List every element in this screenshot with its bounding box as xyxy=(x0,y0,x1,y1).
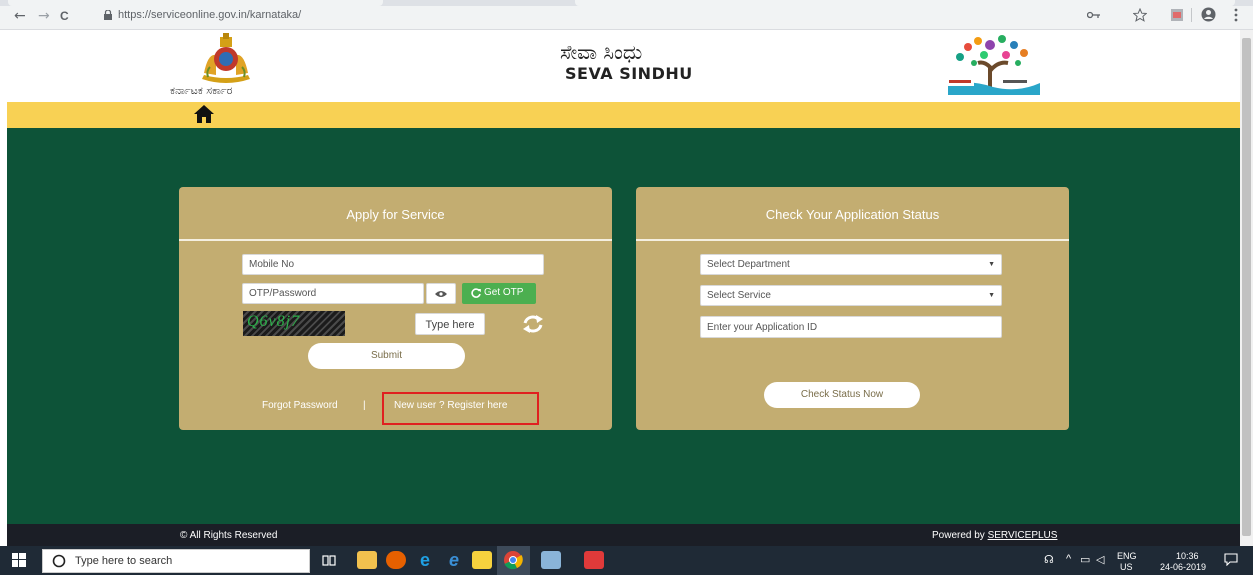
menu-icon[interactable] xyxy=(1234,8,1238,22)
brand-title-english: SEVA SINDHU xyxy=(565,64,693,83)
taskbar-search-text[interactable]: Type here to search xyxy=(75,555,172,567)
lock-icon xyxy=(104,10,112,20)
mobile-number-input[interactable]: Mobile No xyxy=(242,254,544,275)
reload-button[interactable]: C xyxy=(60,9,69,23)
reload-captcha-icon[interactable] xyxy=(522,314,544,334)
karnataka-emblem-icon xyxy=(202,33,250,83)
network-icon[interactable]: ▭ xyxy=(1080,553,1090,566)
url-text[interactable]: https://serviceonline.gov.in/karnataka/ xyxy=(118,9,301,21)
region-code[interactable]: US xyxy=(1120,562,1133,572)
extension-icon[interactable] xyxy=(1170,8,1184,22)
state-government-label: ಕರ್ನಾಟಕ ಸರ್ಕಾರ xyxy=(170,84,233,97)
captcha-image: Q6v8j7 xyxy=(243,311,345,336)
refresh-icon xyxy=(471,288,481,298)
key-icon[interactable] xyxy=(1087,11,1101,19)
status-panel-title: Check Your Application Status xyxy=(765,207,940,222)
internet-explorer-icon[interactable]: e xyxy=(444,551,464,569)
service-select[interactable]: Select Service ▼ xyxy=(700,285,1002,306)
profile-icon[interactable] xyxy=(1201,7,1216,22)
serviceplus-link[interactable]: SERVICEPLUS xyxy=(988,530,1058,541)
remote-app-icon[interactable] xyxy=(584,551,604,569)
scrollbar-thumb[interactable] xyxy=(1242,38,1251,536)
powered-by: Powered by SERVICEPLUS xyxy=(932,530,1057,541)
get-otp-label: Get OTP xyxy=(484,287,524,298)
app-icon[interactable] xyxy=(541,551,561,569)
panel-divider xyxy=(636,239,1069,241)
brand-title-kannada: ಸೇವಾ ಸಿಂಧು xyxy=(560,40,643,64)
file-explorer-icon[interactable] xyxy=(357,551,377,569)
copyright-text: © All Rights Reserved xyxy=(180,530,278,541)
show-password-button[interactable] xyxy=(426,283,456,304)
register-link[interactable]: New user ? Register here xyxy=(394,400,507,411)
edge-icon[interactable]: e xyxy=(415,551,435,569)
sticky-notes-icon[interactable] xyxy=(472,551,492,569)
search-icon xyxy=(52,554,66,568)
windows-start-icon[interactable] xyxy=(12,553,26,567)
otp-password-input[interactable]: OTP/Password xyxy=(242,283,424,304)
submit-button[interactable]: Submit xyxy=(308,343,465,369)
seva-sindhu-tree-logo xyxy=(946,35,1040,95)
notification-icon[interactable] xyxy=(1224,553,1238,566)
volume-icon[interactable]: ◁ xyxy=(1096,553,1104,566)
captcha-input[interactable]: Type here xyxy=(415,313,485,335)
captcha-text: Q6v8j7 xyxy=(247,313,301,330)
forward-button[interactable]: → xyxy=(38,9,50,23)
firefox-icon[interactable] xyxy=(386,551,406,569)
microphone-icon[interactable] xyxy=(291,552,301,568)
powered-by-label: Powered by xyxy=(932,530,985,541)
chevron-down-icon: ▼ xyxy=(988,261,995,268)
department-select[interactable]: Select Department ▼ xyxy=(700,254,1002,275)
check-status-button[interactable]: Check Status Now xyxy=(764,382,920,408)
toolbar-divider xyxy=(1191,8,1192,22)
application-id-input[interactable]: Enter your Application ID xyxy=(700,316,1002,338)
people-icon[interactable]: ☊ xyxy=(1044,553,1054,566)
forgot-password-link[interactable]: Forgot Password xyxy=(262,400,338,411)
get-otp-button[interactable]: Get OTP xyxy=(462,283,536,304)
star-icon[interactable] xyxy=(1133,8,1147,22)
task-view-icon[interactable] xyxy=(322,553,336,567)
chevron-up-icon[interactable]: ^ xyxy=(1066,553,1071,565)
panel-divider xyxy=(179,239,612,241)
chevron-down-icon: ▼ xyxy=(988,292,995,299)
apply-panel-title: Apply for Service xyxy=(346,207,445,222)
back-button[interactable]: ← xyxy=(14,9,26,23)
clock-date[interactable]: 24-06-2019 xyxy=(1160,562,1206,572)
link-separator: | xyxy=(363,400,366,411)
clock-time[interactable]: 10:36 xyxy=(1176,551,1199,561)
nav-bar xyxy=(7,102,1240,128)
chrome-icon xyxy=(504,551,523,570)
language-code[interactable]: ENG xyxy=(1117,551,1137,561)
service-select-value: Select Service xyxy=(707,290,771,301)
department-select-value: Select Department xyxy=(707,259,790,270)
home-icon[interactable] xyxy=(193,104,215,124)
eye-icon xyxy=(435,291,447,297)
